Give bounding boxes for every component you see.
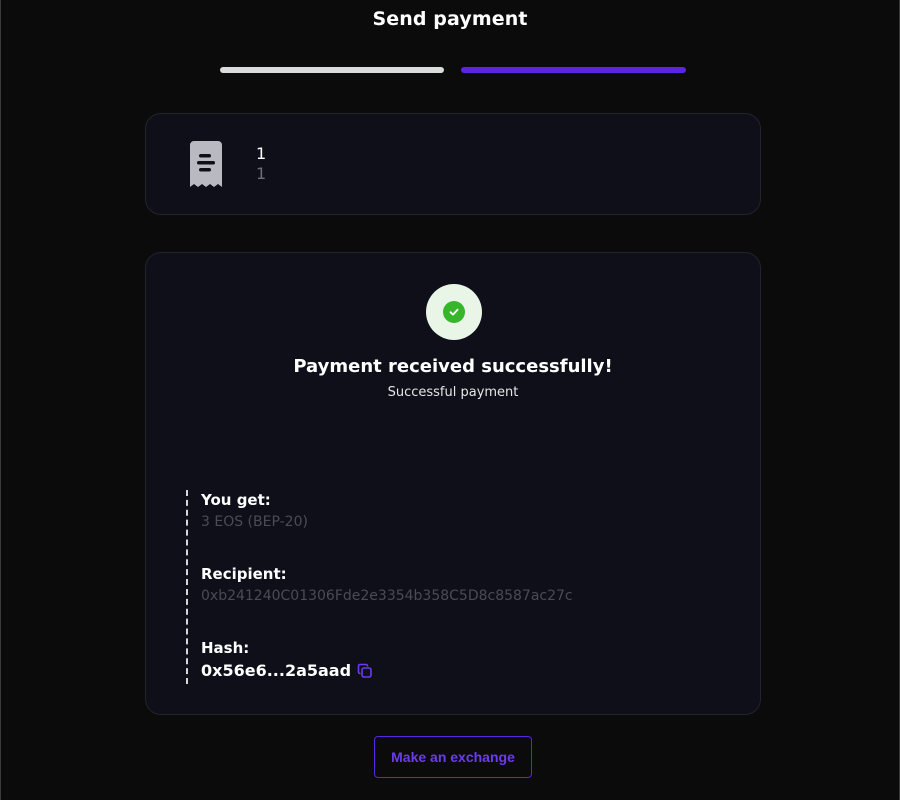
hash-label: Hash: — [201, 639, 250, 657]
make-exchange-button[interactable]: Make an exchange — [374, 736, 532, 778]
status-subline: Successful payment — [387, 385, 519, 400]
page-title: Send payment — [372, 8, 528, 30]
progress-step-2 — [461, 67, 686, 73]
copy-icon[interactable] — [357, 663, 373, 679]
recipient-block: Recipient: 0xb241240C01306Fde2e3354b358C… — [201, 564, 726, 606]
hash-block: Hash: 0x56e6...2a5aad — [201, 638, 726, 680]
order-info: 1 1 — [256, 144, 266, 184]
payment-details: You get: 3 EOS (BEP-20) Recipient: 0xb24… — [186, 490, 726, 684]
check-circle-icon — [443, 301, 465, 323]
payment-status-card: Payment received successfully! Successfu… — [145, 252, 761, 715]
you-get-label: You get: — [201, 491, 271, 509]
success-badge — [426, 284, 482, 340]
hash-value: 0x56e6...2a5aad — [201, 661, 352, 680]
order-secondary-text: 1 — [256, 164, 267, 183]
recipient-address: 0xb241240C01306Fde2e3354b358C5D8c8587ac2… — [201, 588, 573, 604]
order-primary-text: 1 — [256, 144, 267, 163]
status-headline: Payment received successfully! — [293, 356, 613, 377]
order-card: 1 1 — [145, 113, 761, 215]
receipt-icon — [190, 141, 222, 187]
you-get-block: You get: 3 EOS (BEP-20) — [201, 490, 726, 532]
hash-row: 0x56e6...2a5aad — [201, 661, 726, 680]
progress-step-1 — [220, 67, 444, 73]
recipient-label: Recipient: — [201, 565, 287, 583]
you-get-value: 3 EOS (BEP-20) — [201, 514, 308, 530]
